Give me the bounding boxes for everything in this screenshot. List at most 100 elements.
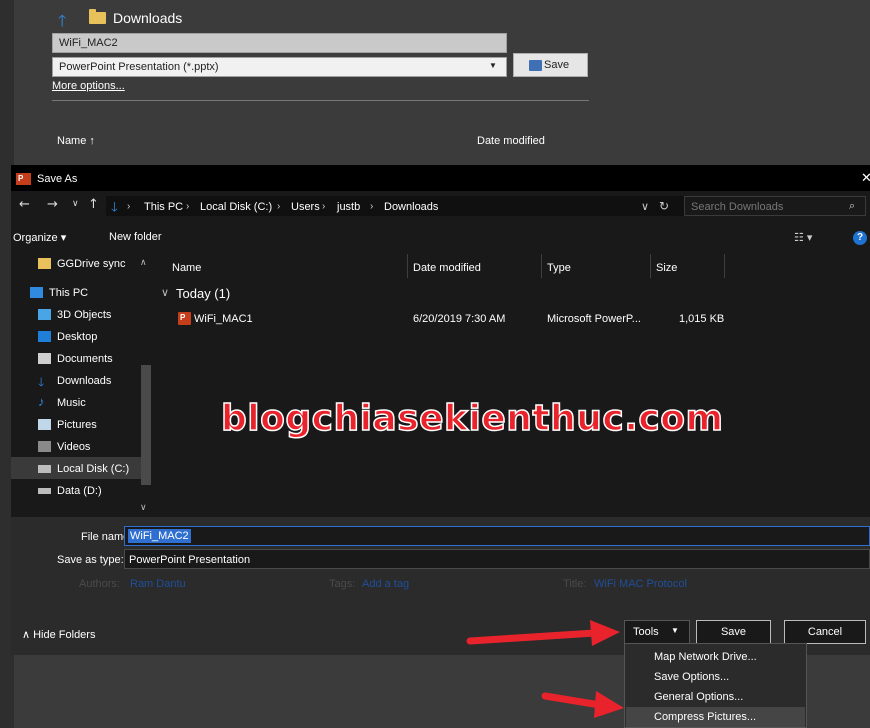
breadcrumb-this-pc[interactable]: This PC (144, 201, 183, 213)
downloads-icon: 🡓 (38, 375, 45, 389)
sidebar-item-ggdrive[interactable]: GGDrive sync (11, 252, 147, 274)
authors-value[interactable]: Ram Dantu (130, 578, 186, 590)
cancel-button[interactable]: Cancel (784, 620, 866, 644)
tools-menu: Map Network Drive... Save Options... Gen… (624, 643, 807, 728)
view-options-icon[interactable]: ☷ ▾ (794, 231, 812, 244)
sidebar-item-data-d[interactable]: Data (D:) (11, 479, 147, 501)
backstage-filetype-select[interactable]: PowerPoint Presentation (*.pptx) (52, 57, 507, 77)
backstage-location: Downloads (113, 10, 183, 26)
save-type-label: Save as type: (57, 554, 124, 566)
pc-icon (30, 287, 43, 298)
sidebar-item-videos[interactable]: Videos (11, 435, 147, 457)
column-header-date[interactable]: Date modified (413, 262, 481, 274)
more-options-link[interactable]: More options... (52, 80, 125, 92)
breadcrumb-users[interactable]: Users (291, 201, 320, 213)
authors-label: Authors: (79, 578, 120, 590)
dialog-titlebar: P Save As ✕ (11, 165, 870, 191)
music-icon: ♪ (38, 394, 45, 409)
column-header-name[interactable]: Name (172, 262, 201, 274)
tools-button[interactable]: Tools (624, 620, 690, 644)
backstage-col-name[interactable]: Name ↑ (57, 135, 95, 147)
file-size: 1,015 KB (679, 313, 725, 325)
tags-value[interactable]: Add a tag (362, 578, 409, 590)
backstage-col-date[interactable]: Date modified (477, 135, 545, 147)
file-type: Microsoft PowerP... (547, 313, 641, 325)
save-as-dialog: P Save As ✕ ← → ∨ ↑ 🡓 › This PC › Local … (11, 165, 870, 655)
save-type-select[interactable]: PowerPoint Presentation (124, 549, 870, 569)
address-dropdown-icon[interactable]: ∨ (641, 200, 649, 213)
sidebar-item-label: Local Disk (C:) (57, 463, 130, 475)
recent-chevron-icon[interactable]: ∨ (72, 199, 79, 209)
menu-item-map-network-drive[interactable]: Map Network Drive... (626, 647, 805, 667)
new-folder-button[interactable]: New folder (109, 231, 162, 243)
file-name-field[interactable]: WiFi_MAC2 (124, 526, 870, 546)
save-button[interactable]: Save (696, 620, 771, 644)
help-icon[interactable]: ? (853, 231, 867, 245)
sidebar-item-local-disk[interactable]: Local Disk (C:) (11, 457, 147, 479)
sidebar-item-label: Music (57, 397, 86, 409)
sidebar-item-documents[interactable]: Documents (11, 347, 147, 369)
title-value[interactable]: WiFi MAC Protocol (594, 578, 687, 590)
backstage-save-button[interactable]: Save (513, 53, 588, 77)
documents-icon (38, 353, 51, 364)
menu-item-general-options[interactable]: General Options... (626, 687, 805, 707)
column-divider (541, 254, 542, 278)
folder-icon (38, 258, 51, 269)
breadcrumb-sep: › (322, 201, 326, 212)
group-header[interactable]: Today (1) (176, 286, 230, 301)
downloads-icon: 🡓 (111, 200, 118, 215)
navigation-pane: GGDrive sync This PC 3D Objects Desktop … (11, 252, 153, 514)
scroll-down-icon[interactable]: ∨ (140, 502, 147, 513)
organize-button[interactable]: Organize ▾ (13, 231, 66, 244)
sidebar-item-music[interactable]: ♪ Music (11, 391, 147, 413)
sidebar-item-3d-objects[interactable]: 3D Objects (11, 303, 147, 325)
sidebar-item-label: Downloads (57, 375, 112, 387)
sidebar-item-label: This PC (49, 287, 89, 299)
divider (52, 100, 589, 101)
backstage-filename-field[interactable]: WiFi_MAC2 (52, 33, 507, 53)
sidebar-scrollbar[interactable] (141, 365, 151, 485)
sidebar-item-label: Videos (57, 441, 91, 453)
close-icon[interactable]: ✕ (861, 170, 870, 186)
desktop-icon (38, 331, 51, 342)
breadcrumb-justb[interactable]: justb (337, 201, 360, 213)
forward-icon[interactable]: → (47, 197, 58, 212)
sidebar-item-label: GGDrive sync (57, 258, 126, 270)
breadcrumb-local-disk[interactable]: Local Disk (C:) (200, 201, 272, 213)
cube-icon (38, 309, 51, 320)
sidebar-item-desktop[interactable]: Desktop (11, 325, 147, 347)
powerpoint-icon: P (16, 173, 31, 185)
sidebar-item-this-pc[interactable]: This PC (11, 281, 147, 303)
folder-icon (89, 9, 106, 24)
file-name[interactable]: WiFi_MAC1 (194, 313, 253, 325)
title-label: Title: (563, 578, 587, 590)
videos-icon (38, 441, 51, 452)
sidebar-item-downloads[interactable]: 🡓 Downloads (11, 369, 147, 391)
search-input[interactable]: Search Downloads (684, 196, 866, 216)
file-name-value: WiFi_MAC2 (128, 529, 191, 543)
annotation-arrow-tools-icon (466, 620, 620, 646)
menu-item-compress-pictures[interactable]: Compress Pictures... (626, 707, 805, 727)
up-icon[interactable]: ↑ (88, 197, 99, 212)
breadcrumb-sep: › (277, 201, 281, 212)
watermark-text: blogchiasekienthuc.com (220, 397, 724, 440)
breadcrumb-downloads[interactable]: Downloads (384, 201, 438, 213)
group-collapse-icon[interactable]: ∨ (161, 286, 169, 299)
column-header-size[interactable]: Size (656, 262, 677, 274)
tags-label: Tags: (329, 578, 356, 590)
chevron-down-icon[interactable]: ▼ (489, 61, 497, 70)
column-divider (407, 254, 408, 278)
back-icon[interactable]: ← (19, 197, 30, 212)
menu-item-save-options[interactable]: Save Options... (626, 667, 805, 687)
refresh-icon[interactable]: ↻ (659, 199, 669, 213)
sidebar-item-pictures[interactable]: Pictures (11, 413, 147, 435)
search-icon[interactable]: ⌕ (849, 200, 855, 213)
sidebar-item-label: 3D Objects (57, 309, 112, 321)
breadcrumb-sep: › (127, 201, 131, 212)
column-divider (650, 254, 651, 278)
hide-folders-button[interactable]: ∧ Hide Folders (22, 628, 95, 641)
sidebar-item-label: Documents (57, 353, 113, 365)
scroll-up-icon[interactable]: ∧ (140, 257, 147, 268)
column-header-type[interactable]: Type (547, 262, 571, 274)
sidebar-item-label: Pictures (57, 419, 97, 431)
